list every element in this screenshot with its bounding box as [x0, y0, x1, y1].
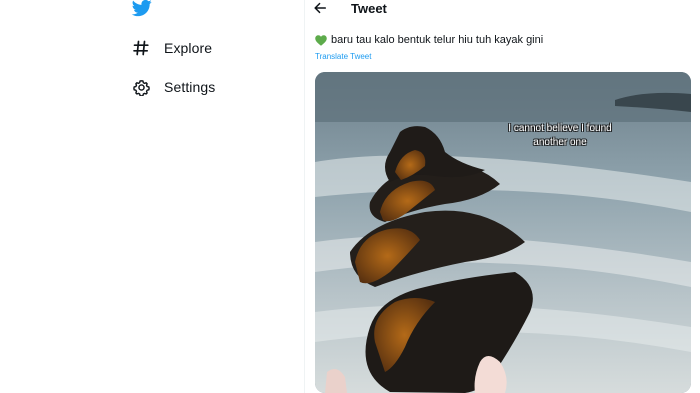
arrow-left-icon — [314, 2, 327, 14]
twitter-bird-icon[interactable] — [131, 0, 153, 18]
green-heart-icon — [315, 34, 327, 46]
hashtag-icon — [132, 39, 150, 57]
back-button[interactable] — [313, 1, 331, 17]
sidebar-item-label: Settings — [164, 79, 216, 95]
translate-tweet-link[interactable]: Translate Tweet — [315, 52, 371, 61]
tweet-body: baru tau kalo bentuk telur hiu tuh kayak… — [331, 34, 544, 46]
tweet-media[interactable]: I cannot believe I found another one — [315, 72, 691, 393]
tweet-text: baru tau kalo bentuk telur hiu tuh kayak… — [315, 34, 543, 46]
page-title: Tweet — [351, 1, 387, 16]
sidebar-item-settings[interactable]: Settings — [132, 78, 215, 96]
main-column: Tweet baru tau kalo bentuk telur hiu tuh… — [305, 0, 700, 393]
shark-egg-photo — [315, 72, 691, 393]
sidebar-item-label: Explore — [164, 40, 213, 56]
sidebar: Explore Settings — [0, 0, 304, 393]
sidebar-item-explore[interactable]: Explore — [132, 39, 212, 57]
video-caption: I cannot believe I found another one — [508, 123, 612, 148]
gear-icon — [132, 78, 150, 96]
tweet-header: Tweet — [305, 0, 700, 22]
